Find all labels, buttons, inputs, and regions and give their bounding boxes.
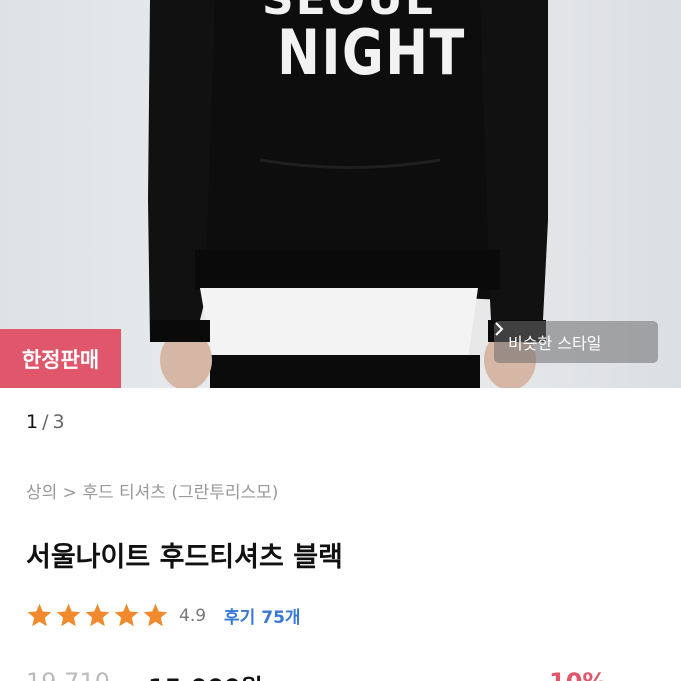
similar-style-button[interactable]: 비슷한 스타일 xyxy=(494,321,658,363)
star-icon xyxy=(27,603,52,627)
pager-total: 3 xyxy=(52,411,65,433)
rating-score: 4.9 xyxy=(179,605,207,626)
product-image[interactable]: SEOUL NIGHT 한정판매 비슷한 스타일 xyxy=(0,0,681,388)
similar-style-label: 비슷한 스타일 xyxy=(508,334,602,353)
sale-price: 15,000원 xyxy=(148,668,263,681)
pager-separator: / xyxy=(42,411,49,433)
product-title: 서울나이트 후드티셔츠 블랙 xyxy=(26,542,343,573)
star-icon xyxy=(114,603,139,627)
shirt-print-line2: NIGHT xyxy=(277,16,466,89)
star-rating xyxy=(26,602,169,629)
shirt-print-text: SEOUL NIGHT xyxy=(262,0,466,89)
price-row: 19,710 15,000원 10% xyxy=(26,668,656,681)
rating-row: 4.9 후기 75개 xyxy=(26,602,301,629)
pager-current: 1 xyxy=(26,411,39,433)
star-icon xyxy=(143,603,168,627)
review-count-link[interactable]: 후기 75개 xyxy=(224,603,301,628)
original-price: 19,710 xyxy=(26,668,110,681)
star-icon xyxy=(56,603,81,627)
discount-rate: 10% xyxy=(549,668,606,681)
star-icon xyxy=(85,603,110,627)
limited-sale-badge: 한정판매 xyxy=(0,329,121,388)
breadcrumb[interactable]: 상의 > 후드 티셔츠 (그란투리스모) xyxy=(26,478,278,503)
image-pager: 1/3 xyxy=(26,411,65,433)
